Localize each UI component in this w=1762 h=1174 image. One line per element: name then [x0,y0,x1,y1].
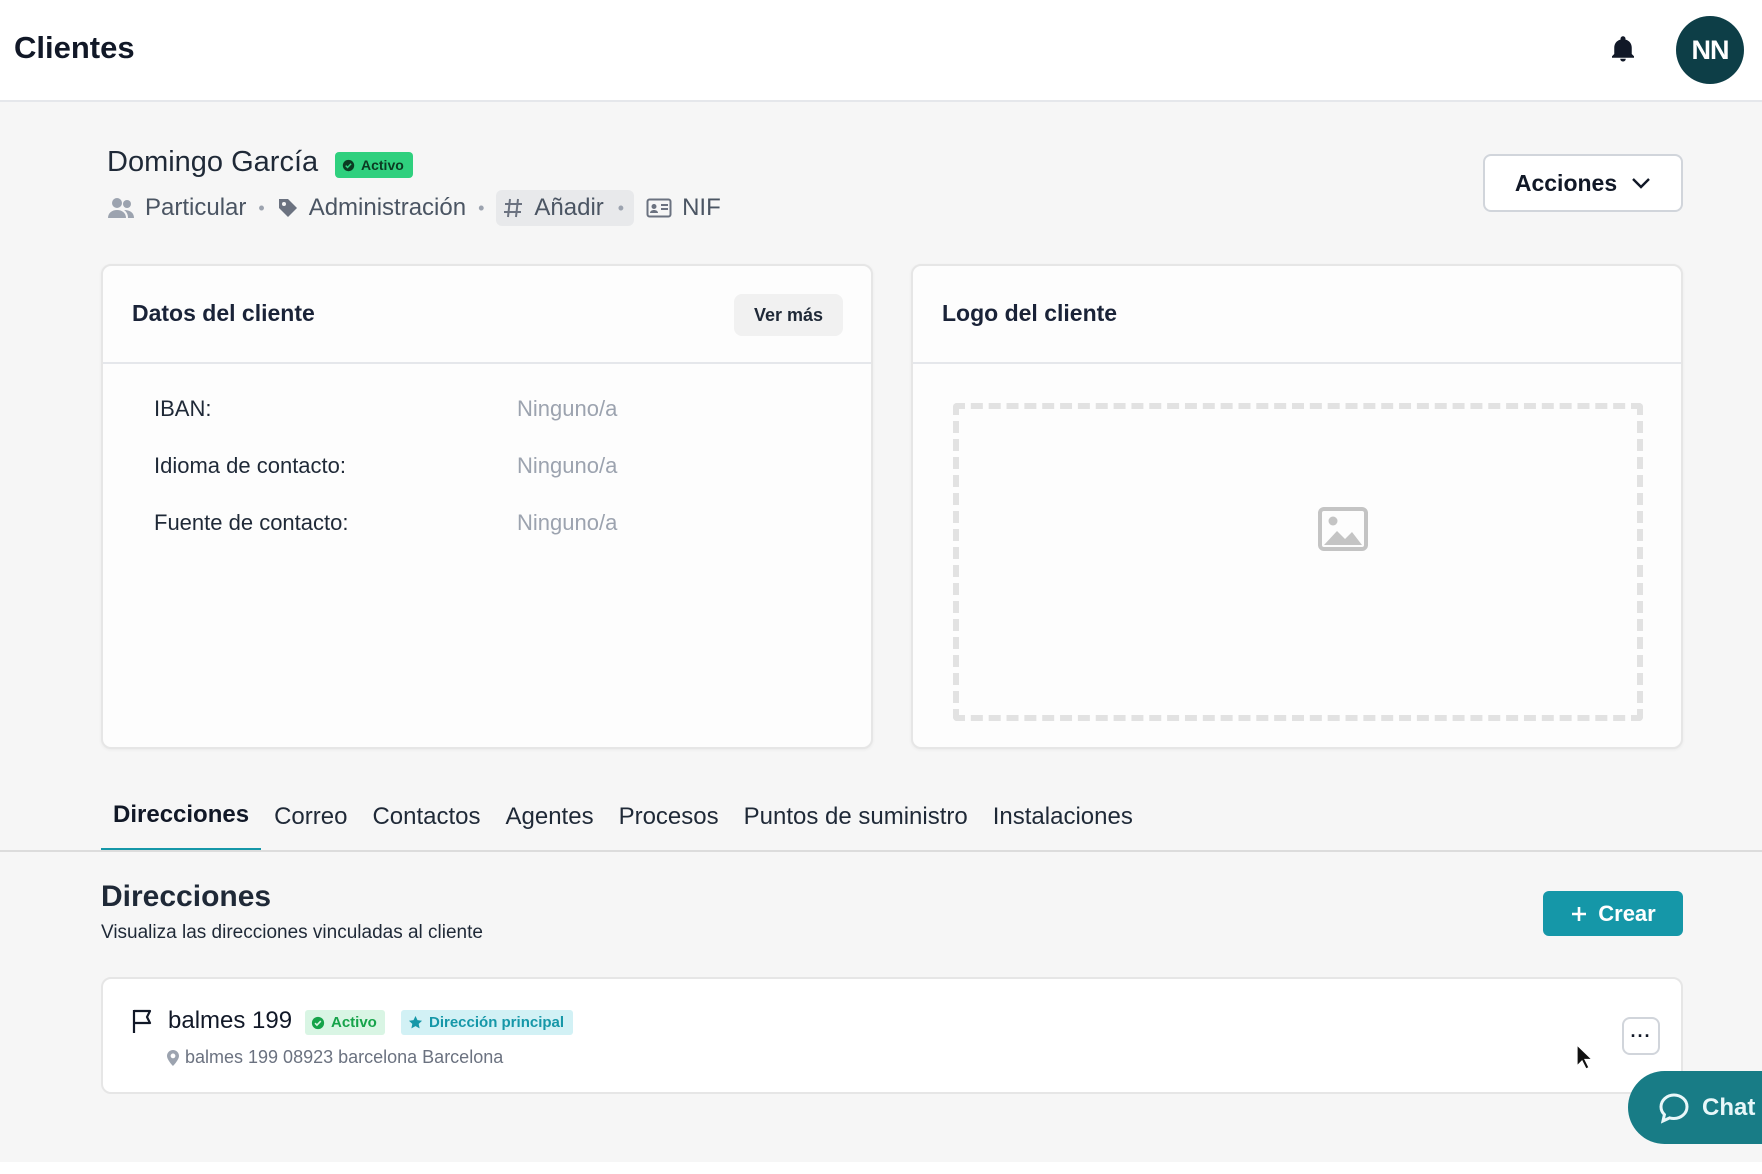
card-header: Datos del cliente Ver más [103,266,871,364]
address-text: balmes 199 08923 barcelona Barcelona [185,1047,504,1067]
actions-dropdown[interactable]: Acciones [1483,154,1683,212]
address-line: balmes 199 08923 barcelona Barcelona [167,1047,503,1068]
field-label-iban: IBAN: [154,396,212,421]
map-pin-icon [167,1049,179,1066]
app-root: Clientes NN Domingo García Activo Partic… [0,0,1762,1174]
card-title: Datos del cliente [132,300,315,326]
mouse-cursor-icon [1576,1044,1594,1070]
meta-type-label: Particular [145,194,247,221]
check-circle-icon [311,1016,325,1029]
meta-add-button[interactable]: Añadir • [496,190,635,226]
meta-tag-label: Administración [308,194,467,221]
logo-dropzone[interactable] [953,403,1643,721]
principal-badge-label: Dirección principal [429,1014,565,1031]
client-name: Domingo García [107,146,319,178]
tab-divider [0,850,1762,852]
avatar[interactable]: NN [1676,16,1744,84]
chat-button[interactable]: Chat [1628,1071,1762,1144]
meta-add-label: Añadir [534,194,604,221]
tab-agentes[interactable]: Agentes [494,782,606,852]
star-icon [408,1015,423,1029]
bell-icon[interactable] [1608,34,1638,64]
meta-separator: • [478,197,485,218]
status-badge: Activo [335,152,413,178]
tab-procesos[interactable]: Procesos [607,782,731,852]
field-value-iban: Ninguno/a [517,396,618,421]
meta-type[interactable]: Particular [107,194,246,222]
flag-icon [132,1009,152,1033]
tab-contactos[interactable]: Contactos [360,782,492,852]
meta-tag[interactable]: Administración [277,194,466,222]
address-card[interactable]: balmes 199 Activo Dirección principal ba… [101,977,1683,1094]
address-name: balmes 199 [168,1007,293,1034]
create-button[interactable]: Crear [1543,891,1683,936]
chat-label: Chat [1702,1093,1756,1121]
meta-id[interactable]: NIF [646,194,721,222]
client-meta: Particular • Administración • Añadir • N… [107,188,721,228]
meta-separator: • [617,197,625,218]
actions-label: Acciones [1514,169,1618,196]
card-header: Logo del cliente [913,266,1681,364]
meta-separator: • [258,197,265,218]
address-status-label: Activo [331,1014,377,1031]
client-data-card: Datos del cliente Ver más IBAN: Ninguno/… [101,264,873,749]
ver-mas-button[interactable]: Ver más [733,294,843,336]
plus-icon [1572,906,1587,921]
tab-puntos-suministro[interactable]: Puntos de suministro [732,782,980,852]
client-logo-card: Logo del cliente [911,264,1683,749]
tab-instalaciones[interactable]: Instalaciones [981,782,1145,852]
more-options-button[interactable]: ··· [1622,1017,1660,1055]
meta-id-label: NIF [682,194,721,221]
create-button-label: Crear [1598,900,1656,926]
chevron-down-icon [1632,178,1650,189]
tab-bar: Direcciones Correo Contactos Agentes Pro… [101,782,1146,852]
field-value-idioma: Ninguno/a [517,453,618,478]
field-label-fuente: Fuente de contacto: [154,510,349,535]
image-placeholder-icon [1318,507,1368,551]
id-card-icon [646,198,672,218]
tab-correo[interactable]: Correo [262,782,359,852]
status-badge-label: Activo [361,157,404,173]
hash-icon [504,198,523,218]
card-title: Logo del cliente [942,300,1118,326]
top-bar: Clientes NN [0,0,1762,102]
page-title: Clientes [14,30,135,65]
tab-direcciones[interactable]: Direcciones [101,782,262,852]
bottom-strip [0,1162,1762,1174]
field-value-fuente: Ninguno/a [517,510,618,535]
address-status-badge: Activo [305,1010,385,1035]
page-content: Domingo García Activo Particular • Admin… [0,102,1762,1162]
chat-bubble-icon [1659,1092,1689,1124]
field-label-idioma: Idioma de contacto: [154,453,347,478]
tag-icon [278,199,297,217]
principal-badge: Dirección principal [401,1010,574,1035]
people-icon [108,198,134,218]
section-subtitle: Visualiza las direcciones vinculadas al … [101,922,483,943]
section-title: Direcciones [101,880,272,913]
check-circle-icon [342,159,355,171]
